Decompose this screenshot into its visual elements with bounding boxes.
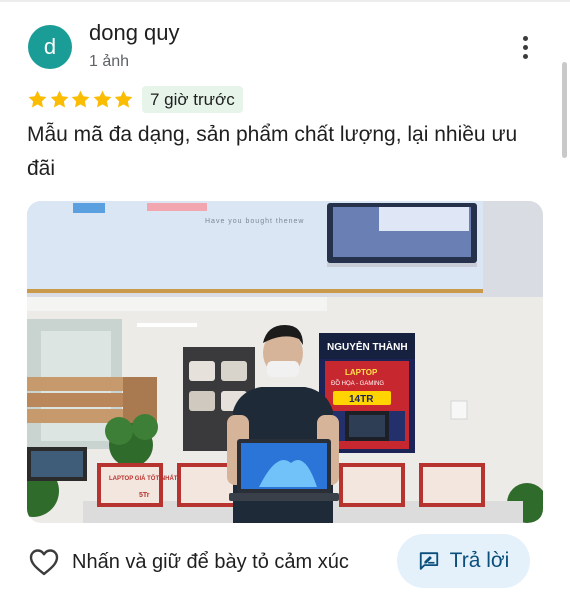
- heart-outline-icon: [29, 549, 59, 576]
- star-icon: [113, 89, 134, 110]
- store-name: NGUYỄN THÀNH: [327, 340, 408, 353]
- react-button[interactable]: Nhấn và giữ để bày tỏ cảm xúc: [28, 546, 349, 578]
- reply-label: Trả lời: [449, 549, 510, 572]
- author-name[interactable]: dong quy: [89, 20, 180, 46]
- time-ago-badge: 7 giờ trước: [142, 86, 243, 113]
- star-icon: [27, 89, 48, 110]
- scrollbar-thumb[interactable]: [562, 62, 567, 158]
- banner-text: Have you bought thenew: [205, 218, 304, 225]
- star-icon: [49, 89, 70, 110]
- review-photo-illustration: Have you bought thenew NGUYỄN THÀNH LAPT…: [27, 201, 543, 523]
- star-icon: [70, 89, 91, 110]
- review-photo[interactable]: Have you bought thenew NGUYỄN THÀNH LAPT…: [27, 201, 543, 523]
- display-sub: 5Tr: [139, 492, 150, 499]
- top-divider: [0, 0, 570, 2]
- review-text: Mẫu mã đa dạng, sản phẩm chất lượng, lại…: [27, 123, 518, 180]
- photo-count: 1 ảnh: [89, 53, 130, 70]
- promo-price: 14TR: [349, 394, 374, 405]
- star-rating: [27, 89, 135, 111]
- promo-sub: ĐỒ HỌA - GAMING: [331, 380, 384, 387]
- avatar[interactable]: d: [28, 25, 72, 69]
- display-label: LAPTOP GIÁ TỐT NHẤT: [109, 475, 178, 482]
- reply-button[interactable]: Trả lời: [397, 534, 530, 588]
- star-icon: [92, 89, 113, 110]
- more-options-button[interactable]: [512, 32, 538, 62]
- react-label: Nhấn và giữ để bày tỏ cảm xúc: [72, 550, 349, 573]
- reply-chat-icon: [419, 552, 438, 570]
- promo-heading: LAPTOP: [345, 368, 378, 377]
